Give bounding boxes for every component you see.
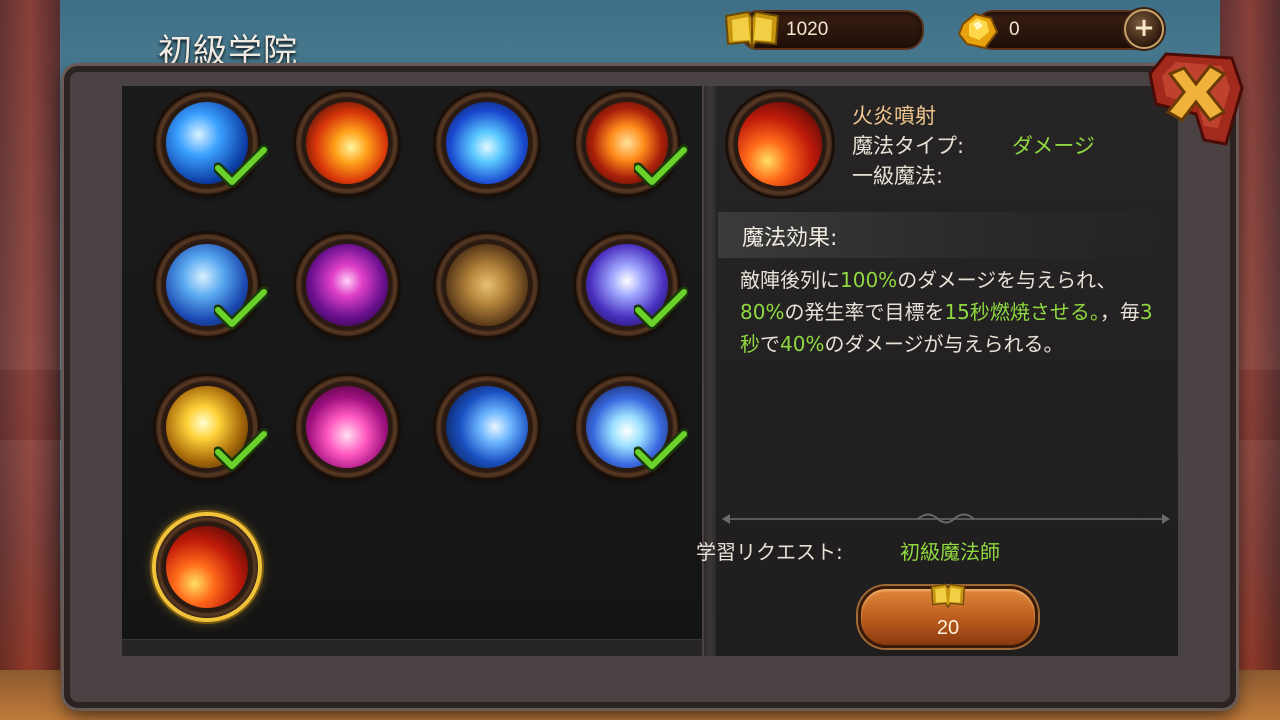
magic-level-label: 一級魔法: — [852, 164, 944, 188]
pink-flame-icon — [306, 386, 388, 468]
plus-icon: + — [1133, 13, 1155, 43]
book-icon — [930, 583, 966, 609]
desc-text: のダメージが与えられる。 — [824, 332, 1064, 356]
magic-type-value: ダメージ — [1012, 134, 1095, 158]
stone-golem-icon — [446, 244, 528, 326]
skill-fireball[interactable] — [296, 92, 398, 194]
desc-text: のダメージを与えられ、 — [897, 268, 1117, 292]
skill-blue-crescent[interactable] — [436, 376, 538, 478]
desc-text: の発生率で目標を — [784, 300, 945, 324]
desc-text: 敵陣後列に — [740, 268, 840, 292]
book-currency-value: 1020 — [786, 19, 829, 40]
skill-name: 火炎噴射 — [852, 104, 936, 128]
skill-pink-flame[interactable] — [296, 376, 398, 478]
desc-highlight: 80% — [740, 300, 785, 324]
skill-description: 敵陣後列に100%のダメージを与えられ、 80%の発生率で目標を15秒燃焼させる。… — [740, 264, 1155, 360]
background-pillar-left — [0, 0, 60, 720]
learn-button[interactable]: 20 — [858, 583, 1038, 648]
close-button[interactable] — [1146, 48, 1246, 148]
skill-stone-golem[interactable] — [436, 234, 538, 336]
blue-crescent-icon — [446, 386, 528, 468]
learned-check-icon — [214, 286, 268, 330]
fire-meteor-icon — [166, 526, 248, 608]
fire-meteor-icon — [738, 102, 822, 186]
skill-dark-skull[interactable] — [296, 234, 398, 336]
fireball-icon — [306, 102, 388, 184]
desc-highlight: 15秒燃焼させる。 — [944, 300, 1100, 324]
skill-ice-lotus[interactable] — [576, 376, 688, 478]
learn-cost: 20 — [936, 617, 960, 639]
grid-scroll-strip[interactable] — [122, 639, 702, 656]
ornament-divider — [722, 513, 1170, 524]
gem-icon — [957, 12, 999, 50]
desc-highlight: 100% — [840, 268, 898, 292]
skill-lightning[interactable] — [576, 234, 688, 336]
dark-skull-icon — [306, 244, 388, 326]
add-gem-button[interactable]: + — [1124, 9, 1164, 49]
desc-highlight: 40% — [780, 332, 825, 356]
book-icon — [724, 10, 780, 50]
learn-request-value: 初級魔法師 — [900, 540, 1000, 564]
effect-title: 魔法効果: — [742, 226, 838, 251]
ice-orb-icon — [446, 102, 528, 184]
skill-flame-burst[interactable] — [576, 92, 688, 194]
selected-skill-icon — [728, 92, 832, 196]
learned-check-icon — [634, 286, 688, 330]
skill-holy-light[interactable] — [156, 376, 268, 478]
skill-ice-orb[interactable] — [436, 92, 538, 194]
skill-fire-meteor[interactable] — [156, 516, 258, 618]
panel-divider — [704, 86, 716, 656]
learned-check-icon — [214, 428, 268, 472]
learned-check-icon — [634, 144, 688, 188]
skill-whirlwind[interactable] — [156, 234, 268, 336]
learn-request-label: 学習リクエスト: — [696, 540, 843, 564]
desc-text: ，毎 — [1099, 300, 1140, 324]
learned-check-icon — [634, 428, 688, 472]
gem-currency-value: 0 — [1009, 19, 1020, 40]
desc-text: で — [760, 332, 780, 356]
skill-water-vortex[interactable] — [156, 92, 268, 194]
magic-type-label: 魔法タイプ: — [852, 134, 965, 158]
learned-check-icon — [214, 144, 268, 188]
